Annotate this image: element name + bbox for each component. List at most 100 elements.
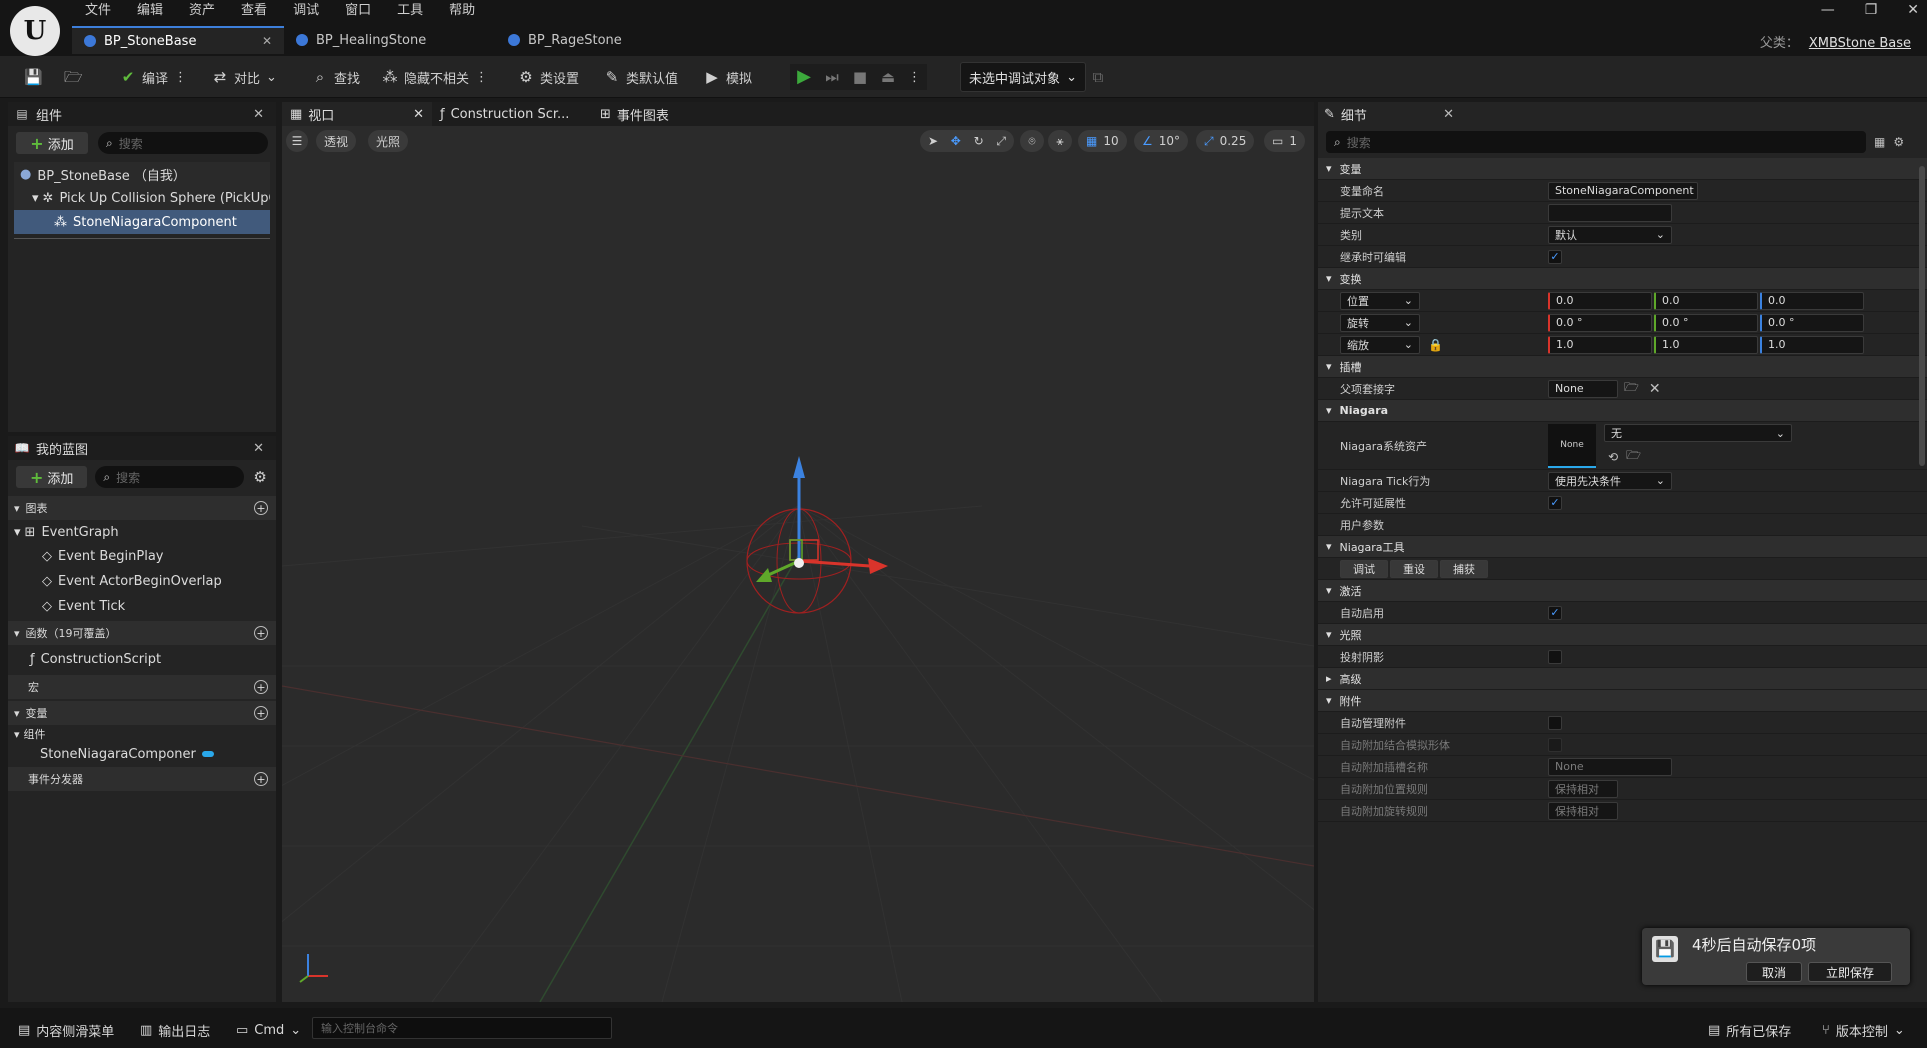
close-icon[interactable]: ✕ (253, 107, 264, 122)
browse-socket-icon[interactable]: 🗁 (1624, 378, 1639, 399)
section-functions[interactable]: ▾ 函数（19可覆盖） + (8, 621, 276, 645)
cmd-select[interactable]: ▭ Cmd ⌄ (236, 1020, 301, 1040)
move-icon[interactable]: ✥ (951, 134, 961, 148)
section-transform[interactable]: ▾ 变换 (1318, 268, 1927, 290)
reset-button[interactable]: 重设 (1390, 559, 1438, 578)
eject-icon[interactable]: ⏏ (880, 69, 896, 85)
section-niagara[interactable]: ▾ Niagara (1318, 400, 1927, 422)
output-log-button[interactable]: ▥ 输出日志 (140, 1020, 210, 1040)
scale-z-input[interactable]: 1.0 (1760, 335, 1864, 354)
menu-debug[interactable]: 调试 (280, 2, 332, 20)
minimize-icon[interactable]: — (1821, 2, 1835, 18)
restore-icon[interactable]: ❐ (1865, 2, 1878, 18)
tooltip-input[interactable] (1548, 203, 1672, 222)
all-saved-button[interactable]: ▤ 所有已保存 (1708, 1020, 1791, 1040)
add-component-button[interactable]: + 添加 (16, 132, 88, 154)
table-view-icon[interactable]: ▦ (1874, 135, 1885, 149)
menu-asset[interactable]: 资产 (176, 2, 228, 20)
unreal-logo-icon[interactable]: U (10, 6, 60, 56)
rotation-z-input[interactable]: 0.0 ° (1760, 313, 1864, 332)
select-icon[interactable]: ➤ (928, 134, 938, 148)
niagara-asset-thumbnail[interactable]: None (1548, 423, 1596, 468)
section-sockets[interactable]: ▾ 插槽 (1318, 356, 1927, 378)
hide-unrelated-button[interactable]: ⁂ 隐藏不相关 ⋮ (382, 64, 489, 90)
cast-shadow-checkbox[interactable] (1548, 649, 1562, 664)
tab-bp-healingstone[interactable]: BP_HealingStone (284, 26, 496, 54)
lit-button[interactable]: 光照 (368, 130, 409, 152)
scale-snap-button[interactable]: ⤢ 0.25 (1196, 130, 1255, 152)
stop-icon[interactable]: ■ (852, 69, 868, 85)
tab-construction-script[interactable]: ƒ Construction Scr... (432, 102, 592, 126)
scale-y-input[interactable]: 1.0 (1654, 335, 1758, 354)
tab-bp-ragestone[interactable]: BP_RageStone (496, 26, 708, 54)
add-member-button[interactable]: + 添加 (16, 466, 88, 488)
scalability-checkbox[interactable]: ✓ (1548, 495, 1562, 510)
tab-viewport[interactable]: ▦ 视口 ✕ (282, 102, 432, 126)
class-settings-button[interactable]: ⚙ 类设置 (518, 64, 579, 90)
save-button[interactable]: 💾 (24, 64, 43, 90)
content-drawer-button[interactable]: ▤ 内容侧滑菜单 (18, 1020, 114, 1040)
gear-icon[interactable]: ⚙ (252, 469, 268, 485)
section-variables[interactable]: ▾ 变量 + (8, 701, 276, 725)
location-z-input[interactable]: 0.0 (1760, 291, 1864, 310)
more-icon[interactable]: ⋮ (475, 70, 488, 85)
section-attachment[interactable]: ▾ 附件 (1318, 690, 1927, 712)
parent-socket-input[interactable]: None (1548, 379, 1618, 398)
details-tab[interactable]: ✎ 细节 ✕ (1318, 102, 1466, 126)
event-item[interactable]: ◇ Event Tick (8, 594, 276, 619)
class-defaults-button[interactable]: ✎ 类默认值 (604, 64, 678, 90)
location-x-input[interactable]: 0.0 (1548, 291, 1652, 310)
debug-button[interactable]: 调试 (1340, 559, 1388, 578)
event-item[interactable]: ◇ Event BeginPlay (8, 544, 276, 569)
function-item[interactable]: ƒ ConstructionScript (8, 645, 276, 673)
menu-window[interactable]: 窗口 (332, 2, 384, 20)
auto-manage-checkbox[interactable] (1548, 715, 1562, 730)
section-advanced[interactable]: ▸ 高级 (1318, 668, 1927, 690)
step-icon[interactable]: ⏭ (824, 69, 840, 85)
simulate-button[interactable]: ▶ 模拟 (704, 64, 752, 90)
cancel-button[interactable]: 取消 (1746, 962, 1802, 982)
location-y-input[interactable]: 0.0 (1654, 291, 1758, 310)
tab-bp-stonebase[interactable]: BP_StoneBase ✕ (72, 26, 284, 54)
viewport[interactable]: ☰ 透视 光照 ➤ ✥ ↻ ⤢ ⌾ ⚹ ▦ 10 ∠ 10° ⤢ 0.25 ▭ 1 (282, 126, 1314, 1002)
niagara-tick-select[interactable]: 使用先决条件 ⌄ (1548, 471, 1672, 490)
browse-button[interactable]: 🗁 (64, 64, 83, 90)
browse-asset-icon[interactable]: 🗁 (1626, 446, 1641, 467)
scale-x-input[interactable]: 1.0 (1548, 335, 1652, 354)
use-selected-icon[interactable]: ⟲ (1608, 450, 1618, 464)
close-icon[interactable]: ✕ (253, 441, 264, 456)
components-search-input[interactable]: ⌕ 搜索 (98, 132, 268, 154)
tab-event-graph[interactable]: ⊞ 事件图表 (592, 102, 677, 126)
capture-button[interactable]: 捕获 (1440, 559, 1488, 578)
rotation-snap-button[interactable]: ∠ 10° (1134, 130, 1189, 152)
section-macros[interactable]: 宏 + (8, 675, 276, 699)
scale-icon[interactable]: ⤢ (996, 134, 1006, 149)
blueprint-search-input[interactable]: ⌕ 搜索 (95, 466, 245, 488)
section-graphs[interactable]: ▾ 图表 + (8, 496, 276, 520)
menu-tools[interactable]: 工具 (384, 2, 436, 20)
my-blueprint-tab[interactable]: 📖 我的蓝图 ✕ (8, 436, 276, 460)
add-circle-icon[interactable]: + (254, 772, 268, 786)
clear-icon[interactable]: ✕ (1649, 381, 1661, 397)
section-niagara-tools[interactable]: ▾ Niagara工具 (1318, 536, 1927, 558)
parent-class-link[interactable]: XMBStone Base (1809, 36, 1911, 51)
event-graph-item[interactable]: ▾ ⊞ EventGraph (8, 520, 276, 544)
debug-object-select[interactable]: 未选中调试对象 ⌄ (960, 62, 1086, 92)
more-icon[interactable]: ⋮ (174, 70, 187, 85)
auto-activate-checkbox[interactable]: ✓ (1548, 605, 1562, 620)
event-item[interactable]: ◇ Event ActorBeginOverlap (8, 569, 276, 594)
console-input[interactable]: 输入控制台命令 (312, 1017, 612, 1039)
viewport-menu-button[interactable]: ☰ (286, 130, 308, 152)
menu-edit[interactable]: 编辑 (124, 2, 176, 20)
details-scrollbar[interactable] (1919, 166, 1925, 466)
perspective-button[interactable]: 透视 (316, 130, 357, 152)
play-icon[interactable]: ▶ (796, 68, 812, 86)
lock-icon[interactable]: 🔒 (1428, 338, 1443, 352)
find-button[interactable]: ⌕ 查找 (312, 64, 360, 90)
section-lighting[interactable]: ▾ 光照 (1318, 624, 1927, 646)
close-icon[interactable]: ✕ (262, 34, 272, 48)
rotation-mode-select[interactable]: 旋转 ⌄ (1340, 313, 1420, 332)
add-circle-icon[interactable]: + (254, 680, 268, 694)
add-circle-icon[interactable]: + (254, 626, 268, 640)
variable-category[interactable]: ▾ 组件 (8, 725, 276, 743)
